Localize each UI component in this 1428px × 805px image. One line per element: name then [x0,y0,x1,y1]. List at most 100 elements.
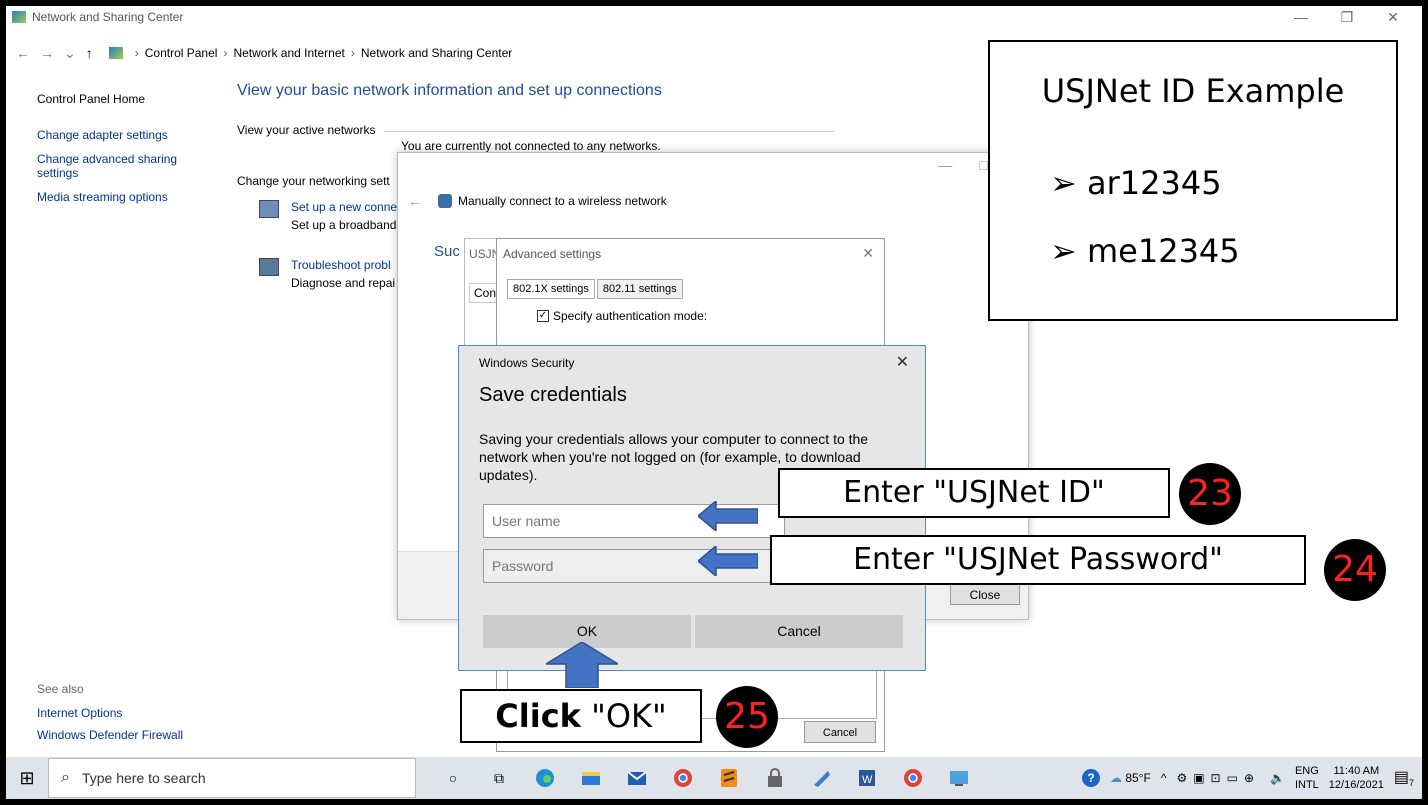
save-credentials-heading: Save credentials [479,384,627,406]
id-example-value: me12345 [1086,232,1240,270]
forward-arrow-icon[interactable]: → [40,45,54,61]
sublime-icon[interactable] [707,762,751,794]
clock[interactable]: 11:40 AM 12/16/2021 [1329,764,1384,792]
security-dialog-title: Windows Security [479,356,575,370]
close-button[interactable]: ✕ [1370,6,1416,28]
wireless-network-icon [438,194,452,208]
see-also-section: See also Internet Options Windows Defend… [37,682,183,750]
arrow-left-icon [698,546,758,576]
chevron-right-icon: › [350,46,355,60]
tab-80211-settings[interactable]: 802.11 settings [596,279,683,299]
chrome-profile-icon[interactable] [891,762,935,794]
advanced-tabs: 802.1X settings 802.11 settings [507,279,683,299]
change-advanced-sharing-link[interactable]: Change advanced sharing settings [37,152,197,180]
see-also-label: See also [37,682,84,696]
close-icon[interactable]: ✕ [862,245,874,262]
usjnet-id-example-box: USJNet ID Example ➢ ar12345 ➢ me12345 [988,40,1398,321]
taskbar-search-box[interactable]: ⌕ Type here to search [48,758,416,798]
minimize-button[interactable]: — [1278,6,1324,28]
troubleshoot-link[interactable]: Troubleshoot probl [291,258,395,272]
internet-options-link[interactable]: Internet Options [37,706,183,720]
back-arrow-icon[interactable]: ← [408,193,422,209]
mail-icon[interactable] [615,762,659,794]
specify-auth-label: Specify authentication mode: [553,309,708,323]
new-connection-icon [259,200,279,218]
troubleshoot-desc: Diagnose and repai [291,276,396,290]
minimize-button[interactable]: — [938,157,952,173]
wireless-dialog-header: ← Manually connect to a wireless network [408,193,667,209]
taskbar: ⊞ ⌕ Type here to search ○ ⧉ W ? ☁ 85°F ^… [6,757,1422,799]
help-icon[interactable]: ? [1081,769,1100,787]
chevron-right-icon: › [223,46,228,60]
click-ok-callout: Click "OK" [460,689,702,743]
id-example-item: ➢ me12345 [1050,232,1240,270]
step-24-badge: 24 [1324,539,1386,601]
chrome-icon[interactable] [661,762,705,794]
windows-start-icon[interactable]: ⊞ [6,768,48,789]
language-indicator[interactable]: ENG INTL [1295,764,1319,792]
arrow-bullet-icon: ➢ [1050,232,1077,270]
notification-center-icon[interactable]: ▤7 [1394,767,1414,788]
search-icon: ⌕ [61,769,70,786]
tray-icons[interactable]: ⚙▣⊡▭⊕ [1176,771,1260,785]
setup-connection-link[interactable]: Set up a new conne [291,200,397,214]
specify-auth-checkbox[interactable]: ✓ Specify authentication mode: [537,309,707,323]
divider [384,131,834,132]
clock-time: 11:40 AM [1333,765,1380,777]
word-icon[interactable]: W [845,762,889,794]
recent-locations-icon[interactable]: ⌄ [64,45,76,62]
breadcrumb-network-sharing-center[interactable]: Network and Sharing Center [361,46,512,60]
change-networking-label: Change your networking sett [237,174,390,188]
setup-connection-desc: Set up a broadband [291,218,397,232]
control-panel-icon [108,47,123,59]
setup-connection-task[interactable]: Set up a new conne Set up a broadband [259,200,397,232]
cancel-button[interactable]: Cancel [804,721,876,743]
weather-widget[interactable]: ☁ 85°F [1110,771,1151,785]
control-panel-home-link[interactable]: Control Panel Home [37,92,217,106]
window-controls: — ❐ ✕ [1278,6,1416,28]
tab-8021x-settings[interactable]: 802.1X settings [507,279,595,299]
breadcrumb-network-internet[interactable]: Network and Internet [233,46,344,60]
ok-quote-label: "OK" [580,697,667,735]
search-placeholder: Type here to search [81,770,206,786]
layout-code: INTL [1294,779,1319,791]
back-arrow-icon[interactable]: ← [16,45,30,61]
media-streaming-options-link[interactable]: Media streaming options [37,190,217,204]
network-center-icon [12,11,26,23]
active-networks-label: View your active networks [237,123,376,137]
edge-icon[interactable] [523,762,567,794]
not-connected-text: You are currently not connected to any n… [401,139,661,153]
id-example-item: ➢ ar12345 [1050,164,1222,202]
chevron-right-icon: › [134,46,139,60]
app-icon[interactable] [799,762,843,794]
tray-overflow-icon[interactable]: ^ [1161,771,1167,785]
advanced-dialog-title: Advanced settings [503,247,602,261]
restore-button[interactable]: ❐ [1324,6,1370,28]
lock-app-icon[interactable] [753,762,797,794]
breadcrumb-control-panel[interactable]: Control Panel [145,46,218,60]
close-button[interactable]: Close [950,583,1020,605]
weather-temp: 85°F [1125,771,1151,785]
id-example-value: ar12345 [1086,164,1222,202]
restore-button[interactable]: □ [980,157,988,173]
step-23-badge: 23 [1179,463,1241,525]
windows-firewall-link[interactable]: Windows Defender Firewall [37,728,183,742]
weather-cloud-icon: ☁ [1109,771,1122,785]
cancel-button[interactable]: Cancel [695,615,903,648]
page-title: View your basic network information and … [237,82,662,99]
arrow-bullet-icon: ➢ [1050,164,1077,202]
close-icon[interactable]: ✕ [896,352,909,372]
troubleshoot-task[interactable]: Troubleshoot probl Diagnose and repai [259,258,395,290]
cortana-icon[interactable]: ○ [431,762,475,794]
remote-desktop-icon[interactable] [937,762,981,794]
file-explorer-icon[interactable] [569,762,613,794]
up-arrow-icon[interactable]: ↑ [86,45,93,61]
taskbar-apps: ○ ⧉ W [430,762,982,794]
task-view-icon[interactable]: ⧉ [477,762,521,794]
speaker-icon[interactable]: 🔈 [1270,771,1285,785]
id-example-heading: USJNet ID Example [1041,72,1345,110]
change-adapter-settings-link[interactable]: Change adapter settings [37,128,217,142]
checkbox-checked-icon[interactable]: ✓ [537,310,549,322]
arrow-left-icon [698,501,758,531]
troubleshoot-icon [259,258,279,276]
